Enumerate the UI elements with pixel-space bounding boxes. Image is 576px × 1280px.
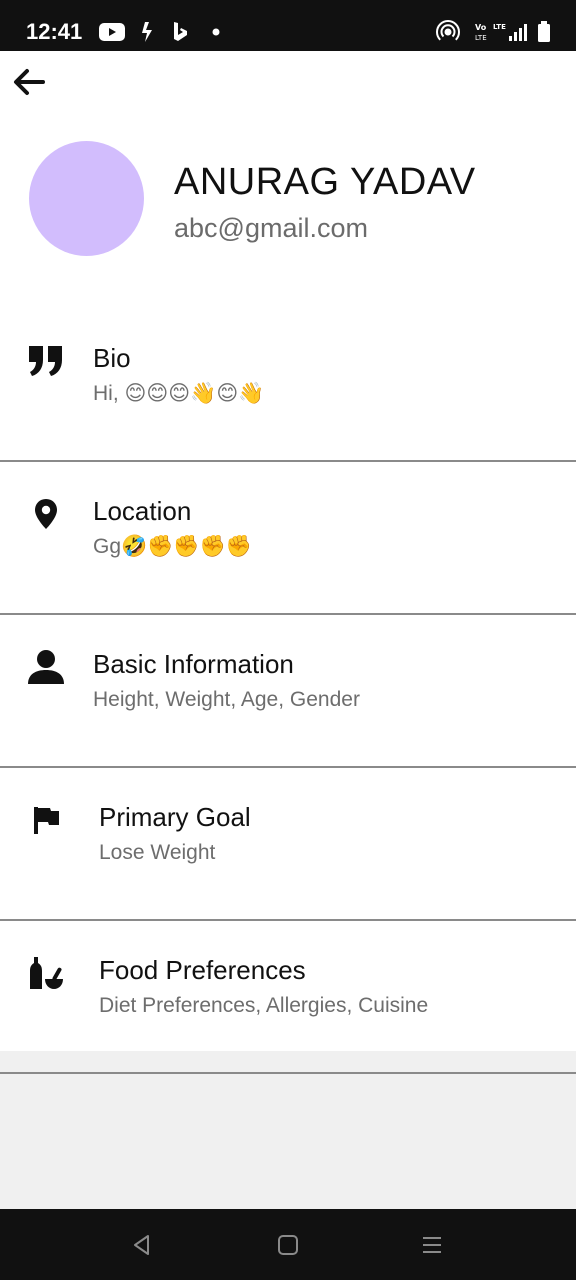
arrow-left-icon (14, 69, 45, 95)
profile-name: ANURAG YADAV (174, 161, 476, 203)
app-k-icon (138, 18, 156, 46)
nav-menu-button[interactable] (416, 1229, 448, 1261)
food-preferences-row[interactable]: Food Preferences Diet Preferences, Aller… (0, 921, 576, 1074)
profile-email: abc@gmail.com (174, 213, 368, 243)
basic-information-row[interactable]: Basic Information Height, Weight, Age, G… (0, 615, 576, 768)
svg-text:Vo: Vo (475, 23, 487, 32)
location-subtitle: Gg🤣✊✊✊✊ (93, 535, 252, 558)
primary-goal-row[interactable]: Primary Goal Lose Weight (0, 768, 576, 921)
hotspot-icon (436, 18, 460, 46)
navigation-bar (0, 1209, 576, 1280)
bio-row[interactable]: Bio Hi, 😊😊😊👋😊👋 (0, 309, 576, 462)
nav-back-icon (134, 1235, 149, 1255)
food-preferences-title: Food Preferences (99, 955, 306, 985)
nav-home-button[interactable] (272, 1229, 304, 1261)
bio-subtitle: Hi, 😊😊😊👋😊👋 (93, 382, 265, 405)
svg-text:LTE: LTE (493, 23, 506, 31)
flag-icon (26, 800, 66, 840)
volte-lte-signal-icon: Vo LTE LTE (475, 18, 531, 46)
nav-menu-icon (423, 1237, 441, 1253)
profile-sections: Bio Hi, 😊😊😊👋😊👋 Location Gg🤣✊✊✊✊ Basic In… (0, 309, 576, 1074)
location-pin-icon (26, 494, 66, 534)
bio-title: Bio (93, 343, 131, 373)
food-preferences-subtitle: Diet Preferences, Allergies, Cuisine (99, 994, 429, 1017)
location-row[interactable]: Location Gg🤣✊✊✊✊ (0, 462, 576, 615)
dot-icon (210, 18, 222, 46)
youtube-icon (98, 18, 126, 46)
location-title: Location (93, 496, 192, 526)
back-button[interactable] (8, 64, 48, 100)
primary-goal-title: Primary Goal (99, 802, 251, 832)
svg-text:LTE: LTE (475, 34, 487, 42)
basic-information-title: Basic Information (93, 649, 294, 679)
status-bar: 12:41 Vo LTE LTE (0, 0, 576, 51)
primary-goal-subtitle: Lose Weight (99, 841, 216, 864)
quote-icon (26, 341, 66, 381)
profile-screen: ANURAG YADAV abc@gmail.com Bio Hi, 😊😊😊👋😊… (0, 51, 576, 1074)
nav-back-button[interactable] (126, 1229, 158, 1261)
person-icon (26, 647, 66, 687)
avatar[interactable] (29, 141, 144, 256)
battery-icon (536, 18, 552, 46)
status-time: 12:41 (26, 19, 83, 44)
mortar-pestle-icon (26, 953, 66, 993)
nav-home-icon (278, 1235, 298, 1255)
bing-icon (170, 18, 190, 46)
basic-information-subtitle: Height, Weight, Age, Gender (93, 688, 360, 711)
